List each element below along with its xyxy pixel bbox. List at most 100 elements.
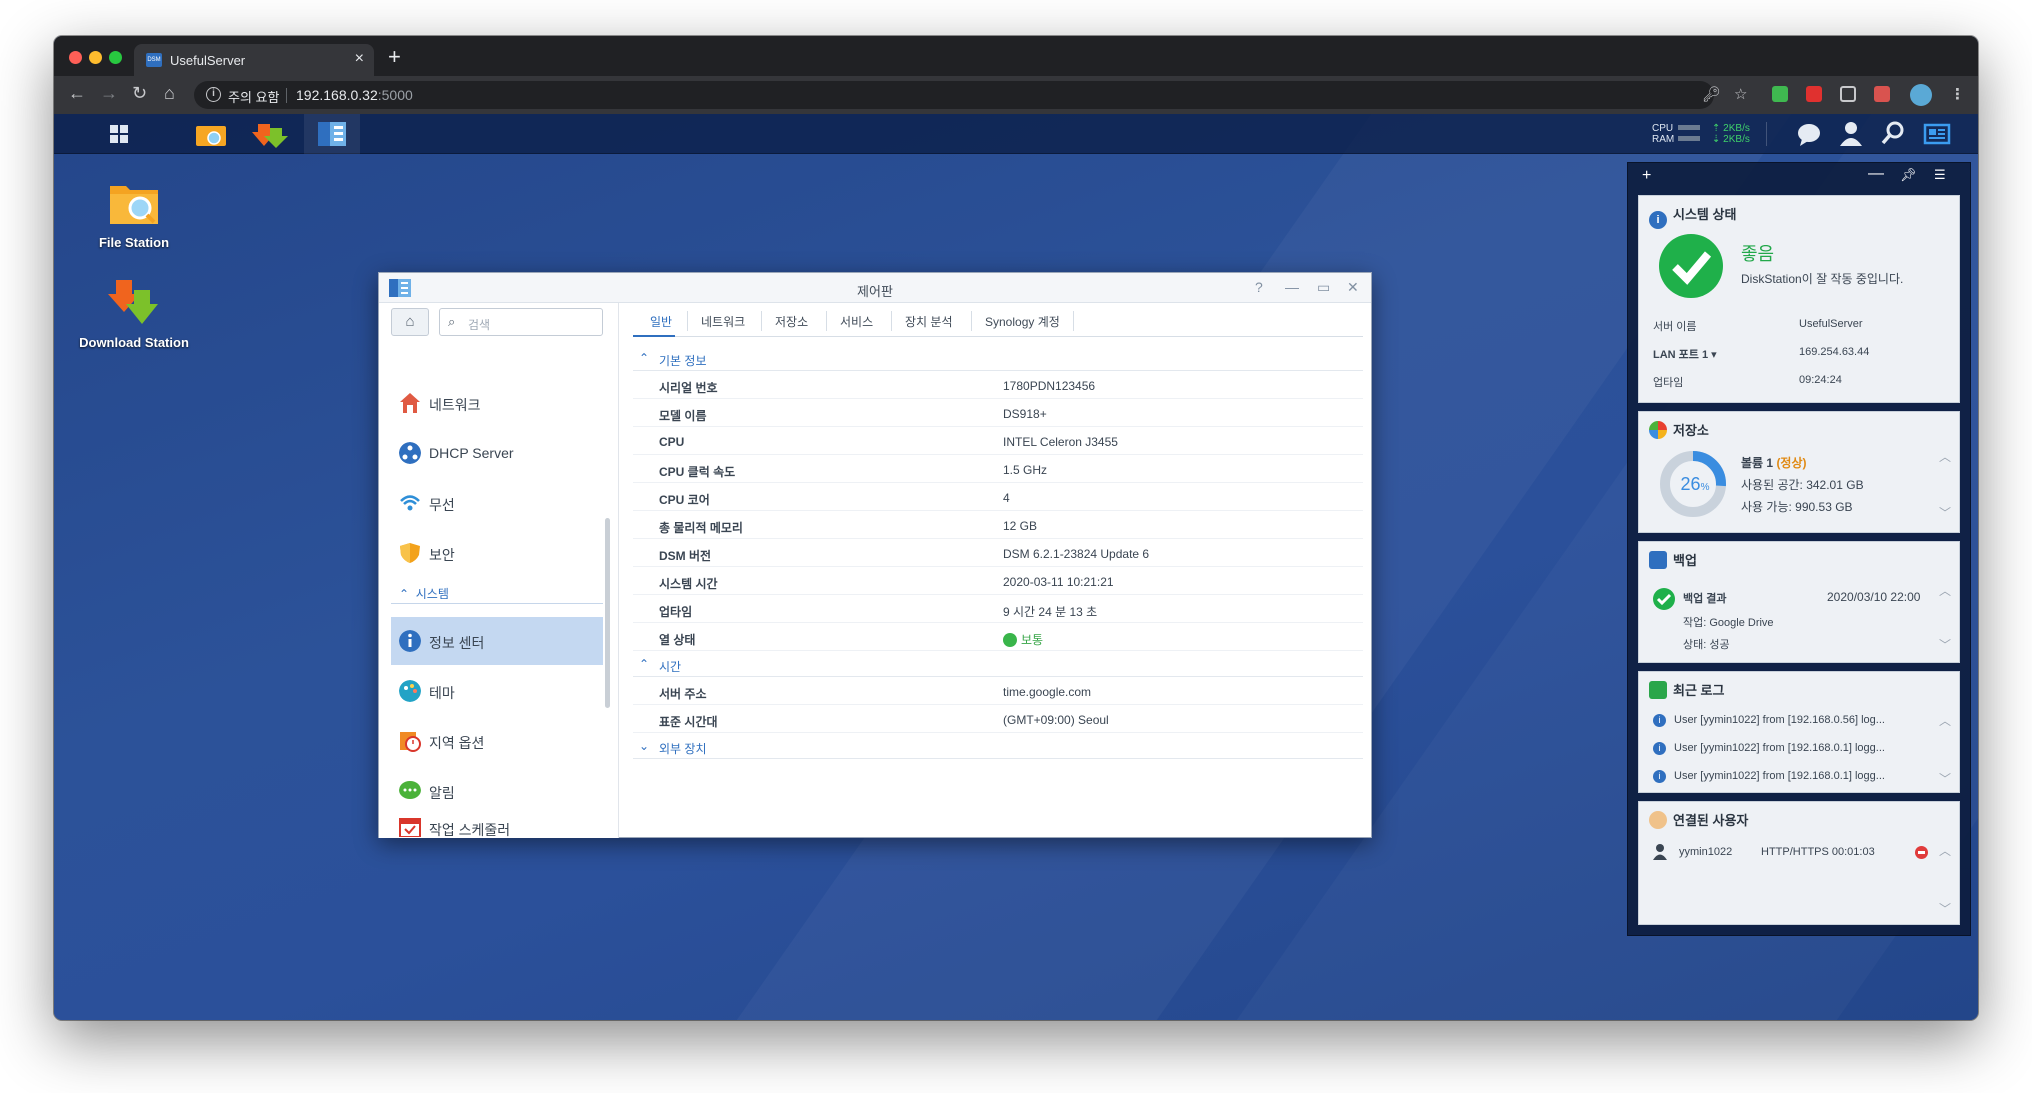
- search-icon: ⌕: [448, 314, 456, 329]
- maximize-icon[interactable]: ▭: [1317, 279, 1330, 296]
- sidebar-item-notification[interactable]: 알림: [391, 767, 603, 815]
- sidebar-item-theme[interactable]: 테마: [391, 667, 603, 715]
- sidebar-item-wireless[interactable]: 무선: [391, 479, 603, 527]
- taskbar-file-station[interactable]: [184, 114, 238, 154]
- star-icon[interactable]: ☆: [1734, 85, 1747, 103]
- desktop-download-station[interactable]: Download Station: [74, 278, 194, 350]
- sidebar-item-network[interactable]: 네트워크: [391, 379, 603, 427]
- scroll-down-icon[interactable]: ﹀: [1939, 770, 1951, 787]
- new-tab-button[interactable]: +: [388, 44, 401, 70]
- lan-ip: 169.254.63.44: [1799, 346, 1870, 358]
- log-item[interactable]: i User [yymin1022] from [192.168.0.1] log…: [1653, 770, 1885, 783]
- scroll-up-icon[interactable]: ︿: [1939, 842, 1951, 859]
- key-icon[interactable]: 🔑︎: [1702, 85, 1721, 103]
- server-name-label: 서버 이름: [1653, 321, 1697, 333]
- user-account-icon[interactable]: [1836, 114, 1866, 154]
- scroll-up-icon[interactable]: ︿: [1939, 448, 1951, 465]
- row-value: time.google.com: [1003, 685, 1092, 699]
- minimize-panel-icon[interactable]: —: [1868, 165, 1884, 183]
- home-button[interactable]: ⌂: [391, 308, 429, 336]
- section-time[interactable]: ⌃ 시간: [633, 651, 1363, 677]
- sidebar-item-region[interactable]: 지역 옵션: [391, 717, 603, 765]
- back-icon[interactable]: ←: [68, 83, 86, 104]
- widget-title: 저장소: [1649, 420, 1709, 439]
- info-icon[interactable]: i: [206, 87, 221, 102]
- tab-storage[interactable]: 저장소: [775, 313, 808, 330]
- row-value: DS918+: [1003, 407, 1047, 421]
- tab-network[interactable]: 네트워크: [701, 313, 745, 330]
- panel-collapse-icon[interactable]: ☰: [1934, 167, 1946, 183]
- search-placeholder: 검색: [468, 318, 491, 332]
- scroll-up-icon[interactable]: ︿: [1939, 712, 1951, 729]
- widget-system-status: i 시스템 상태 좋음 DiskStation이 잘 작동 중입니다. 서버 이름…: [1638, 195, 1960, 403]
- user-avatar-icon: [1649, 811, 1667, 829]
- hand-extension-icon[interactable]: [1840, 86, 1856, 102]
- taskbar-control-panel[interactable]: [304, 114, 360, 154]
- pin-icon[interactable]: 📌︎: [1900, 167, 1917, 183]
- sidebar-item-label: 네트워크: [429, 397, 481, 413]
- shield-extension-icon[interactable]: [1772, 86, 1788, 102]
- scroll-down-icon[interactable]: ﹀: [1939, 504, 1951, 521]
- connected-user: yymin1022: [1679, 846, 1733, 858]
- tab-service[interactable]: 서비스: [840, 313, 873, 330]
- tab-close-icon[interactable]: ×: [355, 50, 364, 68]
- section-external-devices[interactable]: ⌄ 외부 장치: [633, 733, 1363, 759]
- sidebar-section-system[interactable]: ⌃ 시스템: [399, 585, 449, 602]
- url-text[interactable]: 192.168.0.32:5000: [296, 87, 413, 103]
- resource-monitor[interactable]: CPU RAM ⇡ 2KB/s ⇣ 2KB/s: [1652, 114, 1752, 154]
- control-panel-icon: [318, 122, 346, 146]
- forward-icon[interactable]: →: [100, 83, 118, 104]
- region-clock-icon: [400, 732, 421, 752]
- main-menu-button[interactable]: [76, 114, 162, 154]
- status-good-icon: [1003, 633, 1017, 647]
- info-tabs: 일반 네트워크 저장소 서비스 장치 분석 Synology 계정: [633, 303, 1363, 337]
- home-icon[interactable]: ⌂: [164, 83, 175, 104]
- scroll-down-icon[interactable]: ﹀: [1939, 900, 1951, 917]
- add-widget-icon[interactable]: +: [1642, 167, 1651, 185]
- tab-general[interactable]: 일반: [650, 313, 672, 330]
- info-row: 시리얼 번호 1780PDN123456: [633, 371, 1363, 399]
- scroll-down-icon[interactable]: ﹀: [1939, 636, 1951, 653]
- file-station-label: File Station: [98, 235, 170, 250]
- tab-device-analysis[interactable]: 장치 분석: [905, 313, 953, 330]
- search-icon[interactable]: [1878, 114, 1908, 154]
- help-icon[interactable]: ?: [1255, 279, 1263, 295]
- reload-icon[interactable]: ↻: [132, 83, 147, 104]
- minimize-icon[interactable]: —: [1285, 279, 1299, 295]
- download-station-label: Download Station: [79, 335, 189, 350]
- grid-apps-icon: [110, 125, 128, 143]
- sidebar-search-input[interactable]: ⌕ 검색: [439, 308, 603, 336]
- log-item[interactable]: i User [yymin1022] from [192.168.0.1] log…: [1653, 742, 1885, 755]
- youtube-extension-icon[interactable]: [1806, 86, 1822, 102]
- widget-connected-users: 연결된 사용자 yymin1022 HTTP/HTTPS 00:01:03 ︿ …: [1638, 801, 1960, 925]
- tab-synology-account[interactable]: Synology 계정: [985, 313, 1060, 330]
- minimize-window-button[interactable]: [89, 51, 102, 64]
- sidebar-item-security[interactable]: 보안: [391, 529, 603, 577]
- volume-name: 볼륨 1 (정상): [1741, 456, 1807, 470]
- sidebar-item-dhcp[interactable]: DHCP Server: [391, 429, 603, 477]
- message-bubble-icon[interactable]: [1794, 114, 1824, 154]
- profile-avatar[interactable]: [1910, 84, 1932, 106]
- clip-extension-icon[interactable]: [1874, 86, 1890, 102]
- close-window-button[interactable]: [69, 51, 82, 64]
- sidebar-item-task-scheduler[interactable]: 작업 스케줄러: [391, 817, 603, 837]
- window-titlebar[interactable]: 제어판 ? — ▭ ✕: [379, 273, 1371, 303]
- disconnect-user-button[interactable]: [1915, 846, 1928, 859]
- menu-kebab-icon[interactable]: ⋮: [1950, 85, 1965, 103]
- taskbar-download-station[interactable]: [244, 114, 298, 154]
- sidebar-item-info-center[interactable]: 정보 센터: [391, 617, 603, 665]
- desktop-file-station[interactable]: File Station: [74, 178, 194, 250]
- maximize-window-button[interactable]: [109, 51, 122, 64]
- status-good: 좋음: [1741, 244, 1775, 264]
- widgets-toggle-icon[interactable]: [1920, 114, 1954, 154]
- address-bar[interactable]: i 주의 요함 192.168.0.32:5000: [194, 81, 1714, 109]
- browser-tab[interactable]: DSM UsefulServer ×: [134, 44, 374, 76]
- lan-port-dropdown[interactable]: LAN 포트 1 ▾: [1653, 346, 1717, 362]
- close-icon[interactable]: ✕: [1347, 279, 1359, 296]
- dsm-taskbar: CPU RAM ⇡ 2KB/s ⇣ 2KB/s: [54, 114, 1978, 154]
- scroll-up-icon[interactable]: ︿: [1939, 582, 1951, 599]
- section-basic-info[interactable]: ⌃ 기본 정보: [633, 345, 1363, 371]
- row-key: 총 물리적 메모리: [659, 521, 743, 535]
- sidebar-scrollbar[interactable]: [605, 518, 610, 708]
- log-item[interactable]: i User [yymin1022] from [192.168.0.56] lo…: [1653, 714, 1885, 727]
